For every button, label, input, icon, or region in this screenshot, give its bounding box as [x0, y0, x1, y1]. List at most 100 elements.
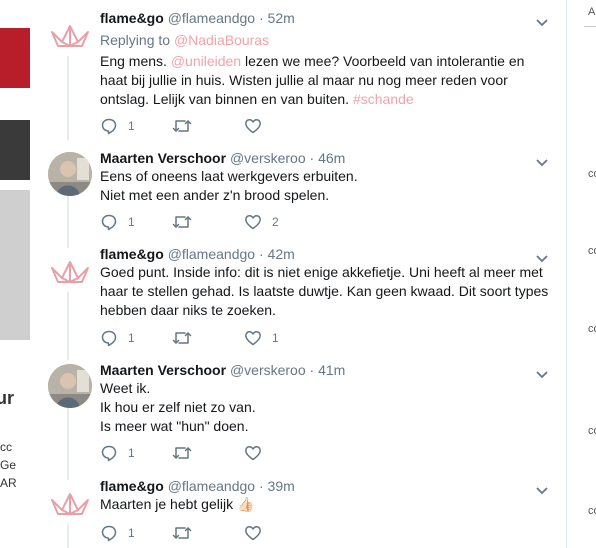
display-name[interactable]: flame&go: [100, 478, 164, 494]
separator-dot: ·: [258, 478, 264, 494]
user-handle[interactable]: @verskeroo: [230, 362, 306, 378]
tweet-actions: 1 1: [100, 328, 360, 348]
reply-count: 1: [128, 526, 135, 540]
like-button[interactable]: [244, 116, 272, 136]
heart-icon: [245, 119, 261, 134]
retweet-button[interactable]: [172, 328, 202, 348]
user-handle[interactable]: @verskeroo: [230, 150, 306, 166]
heart-icon: [245, 331, 261, 346]
reply-button[interactable]: 1: [100, 212, 135, 232]
tweet-header: Maarten Verschoor @verskeroo · 41m: [100, 360, 345, 380]
like-button[interactable]: 1: [244, 328, 279, 348]
reply-button[interactable]: 1: [100, 523, 135, 543]
reply-count: 1: [128, 331, 135, 345]
retweet-icon: [172, 527, 192, 539]
tweet-header: flame&go @flameandgo · 42m: [100, 244, 295, 264]
separator-dot: ·: [258, 246, 264, 262]
user-handle[interactable]: @flameandgo: [168, 246, 255, 262]
background-rule: [584, 26, 596, 27]
hashtag-link[interactable]: #schande: [353, 91, 414, 107]
tweet[interactable]: Maarten Verschoor @verskeroo · 41m Weet …: [30, 360, 566, 472]
background-image-1: [0, 120, 30, 180]
tweet-text: Weet ik. Ik hou er zelf niet zo van. Is …: [100, 379, 550, 436]
background-fragment: co: [588, 425, 596, 437]
chevron-down-icon[interactable]: [535, 18, 549, 28]
reply-icon: [101, 214, 117, 231]
heart-icon: [245, 446, 261, 461]
retweet-icon: [172, 120, 192, 132]
like-button[interactable]: 2: [244, 212, 279, 232]
background-fragment: cc: [0, 440, 12, 454]
background-fragment: co: [588, 505, 596, 517]
background-fragment: ur: [0, 388, 14, 408]
tweet-actions: 1: [100, 116, 360, 136]
panel-divider: [566, 0, 567, 548]
tweet-text-line: Goed punt. Inside info: dit is niet enig…: [100, 264, 549, 318]
tweet[interactable]: flame&go @flameandgo · 39m Maarten je he…: [30, 476, 566, 548]
mention-link[interactable]: @unileiden: [171, 53, 241, 69]
tweet-actions: 1: [100, 443, 360, 463]
display-name[interactable]: Maarten Verschoor: [100, 150, 226, 166]
background-image-2: [0, 190, 30, 340]
tweet[interactable]: flame&go @flameandgo · 52m Replying to @…: [30, 8, 566, 140]
profile-photo-icon: [48, 364, 92, 408]
tweet-text-part: Eng mens.: [100, 53, 171, 69]
conversation-panel: flame&go @flameandgo · 52m Replying to @…: [30, 0, 566, 548]
avatar[interactable]: [48, 480, 92, 524]
heart-icon: [245, 526, 261, 541]
tweet-text-line: Niet met een ander z'n brood spelen.: [100, 187, 330, 203]
flame-logo-icon: [51, 25, 89, 47]
timestamp[interactable]: 42m: [268, 246, 295, 262]
tweet-header: flame&go @flameandgo · 39m: [100, 476, 295, 496]
user-handle[interactable]: @flameandgo: [168, 10, 255, 26]
avatar[interactable]: [48, 248, 92, 292]
reply-button[interactable]: 1: [100, 116, 135, 136]
retweet-button[interactable]: [172, 443, 202, 463]
timestamp[interactable]: 46m: [318, 150, 345, 166]
tweet-text-line: Maarten je hebt gelijk 👍🏻: [100, 496, 255, 512]
replying-to: Replying to @NadiaBouras: [100, 30, 269, 50]
display-name[interactable]: flame&go: [100, 246, 164, 262]
flame-logo-icon: [51, 261, 89, 283]
tweet[interactable]: flame&go @flameandgo · 42m Goed punt. In…: [30, 244, 566, 352]
retweet-button[interactable]: [172, 116, 202, 136]
tweet-text-line: Weet ik.: [100, 380, 151, 396]
reply-icon: [101, 118, 117, 135]
reply-button[interactable]: 1: [100, 328, 135, 348]
timestamp[interactable]: 41m: [318, 362, 345, 378]
reply-button[interactable]: 1: [100, 443, 135, 463]
reply-count: 1: [128, 446, 135, 460]
reply-count: 1: [128, 119, 135, 133]
tweet-actions: 1 2: [100, 212, 360, 232]
flame-logo-icon: [51, 493, 89, 515]
retweet-button[interactable]: [172, 212, 202, 232]
tweet-text-line: Eens of oneens laat werkgevers erbuiten.: [100, 168, 358, 184]
user-handle[interactable]: @flameandgo: [168, 478, 255, 494]
retweet-button[interactable]: [172, 523, 202, 543]
retweet-icon: [172, 216, 192, 228]
timestamp[interactable]: 52m: [268, 10, 295, 26]
display-name[interactable]: flame&go: [100, 10, 164, 26]
like-count: 1: [272, 331, 279, 345]
background-fragment: co: [588, 245, 596, 257]
like-button[interactable]: [244, 443, 272, 463]
retweet-icon: [172, 332, 192, 344]
like-button[interactable]: [244, 523, 272, 543]
avatar[interactable]: [48, 152, 92, 196]
avatar[interactable]: [48, 364, 92, 408]
tweet-header: Maarten Verschoor @verskeroo · 46m: [100, 148, 345, 168]
replying-prefix: Replying to: [100, 32, 171, 48]
avatar[interactable]: [48, 12, 92, 56]
background-fragment: AR: [0, 476, 17, 490]
tweet-text-line: Is meer wat "hun" doen.: [100, 418, 249, 434]
timestamp[interactable]: 39m: [268, 478, 295, 494]
background-right: Ab co co co co co: [566, 0, 596, 548]
reply-icon: [101, 330, 117, 347]
tweet-actions: 1: [100, 523, 360, 543]
tweet[interactable]: Maarten Verschoor @verskeroo · 46m Eens …: [30, 148, 566, 236]
background-fragment: co: [588, 323, 596, 335]
mention-link[interactable]: @NadiaBouras: [174, 32, 269, 48]
reply-icon: [101, 445, 117, 462]
display-name[interactable]: Maarten Verschoor: [100, 362, 226, 378]
heart-icon: [245, 215, 261, 230]
